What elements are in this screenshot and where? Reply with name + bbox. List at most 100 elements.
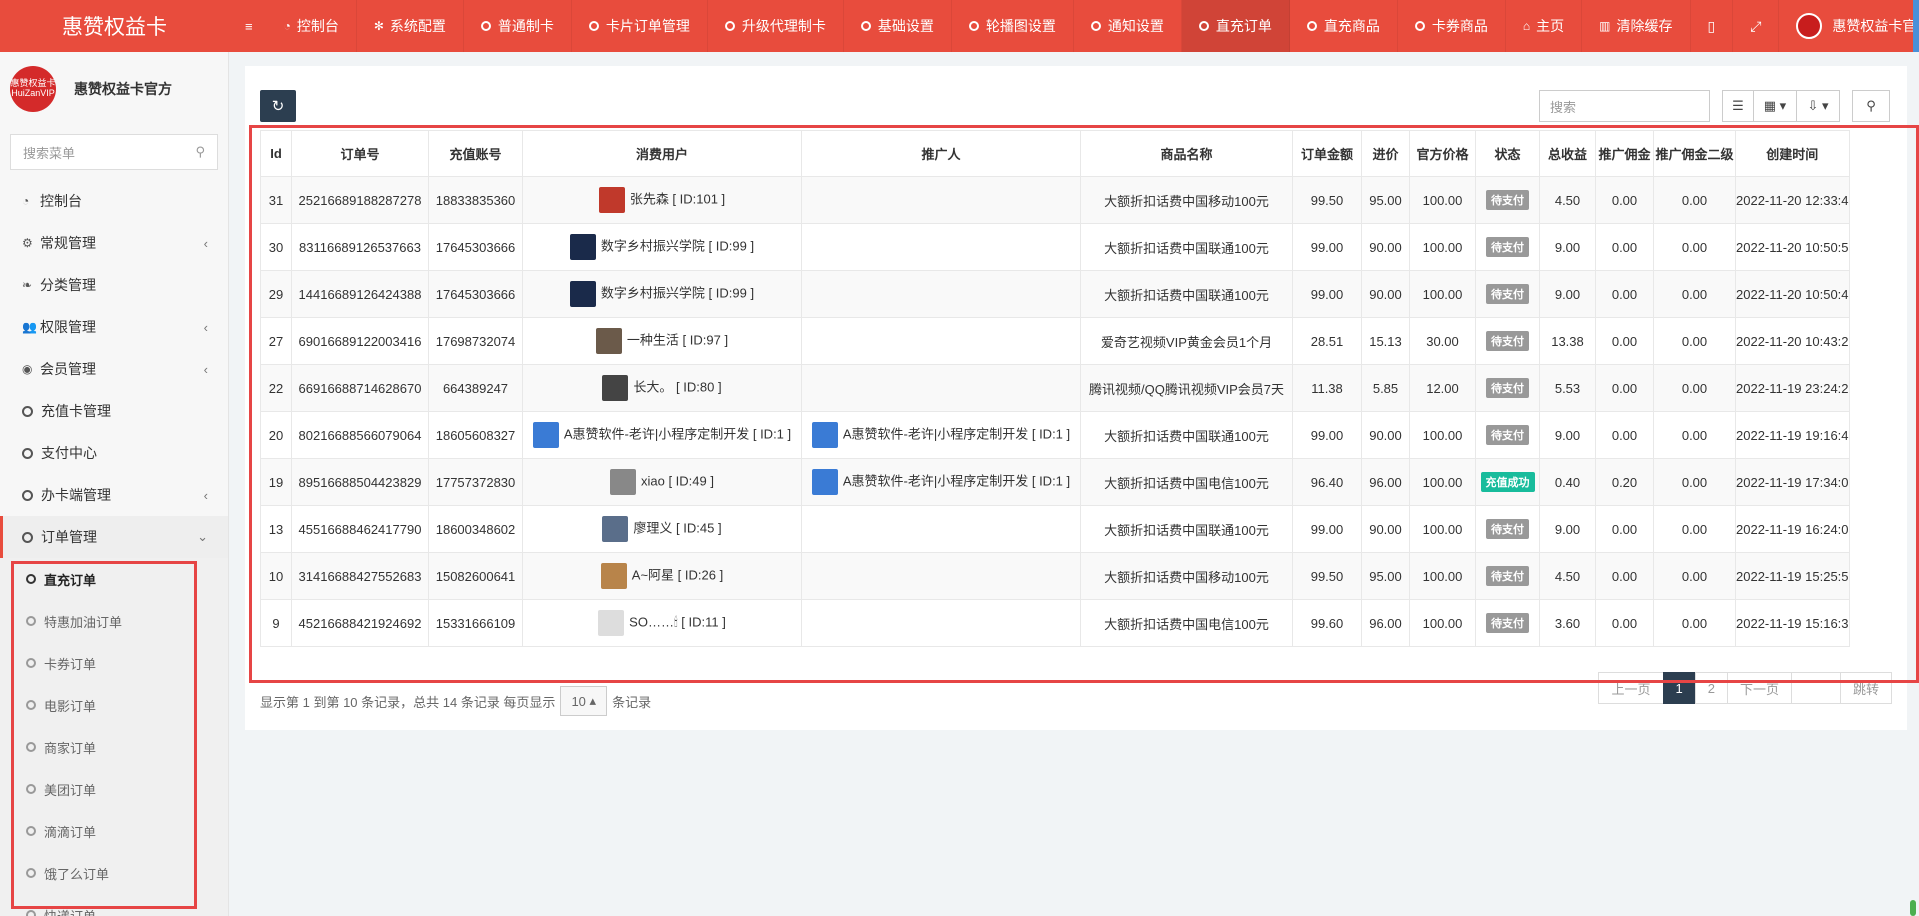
cell-commission2: 0.00 bbox=[1653, 317, 1736, 365]
promoter-name[interactable]: A惠赞软件-老许|小程序定制开发 [ ID:1 ] bbox=[843, 426, 1070, 441]
sidebar-menu-item[interactable]: 办卡端管理 ‹ bbox=[0, 474, 228, 516]
top-nav-item[interactable]: ⌂ 主页 bbox=[1506, 0, 1583, 52]
page-scrollbar-bottom[interactable] bbox=[1910, 900, 1916, 916]
table-row[interactable]: 29 14416689126424388 17645303666 数字乡村振兴学院 [… bbox=[260, 270, 1850, 318]
main-panel: ↻ 搜索 ☰ ▦ ▾ ⇩ ▾ ⚲ Id 订单号 充值账号 消费用户 推广人 商品名称 订单金… bbox=[245, 66, 1907, 730]
cell-user: 廖理义 [ ID:45 ] bbox=[522, 505, 802, 553]
table-row[interactable]: 22 66916688714628670 664389247 长大。 [ ID:80 … bbox=[260, 364, 1850, 412]
sidebar-submenu-item[interactable]: 特惠加油订单 bbox=[0, 600, 228, 642]
top-nav-item[interactable]: 直充商品 bbox=[1290, 0, 1398, 52]
sidebar-submenu-item[interactable]: 饿了么订单 bbox=[0, 852, 228, 894]
column-header[interactable]: 推广佣金 bbox=[1595, 130, 1654, 177]
menu-toggle-button[interactable]: ≡ bbox=[229, 0, 267, 52]
advanced-search-button[interactable]: ⚲ bbox=[1852, 90, 1890, 122]
sidebar-menu-item[interactable]: 支付中心 bbox=[0, 432, 228, 474]
sidebar-menu-item[interactable]: ◉ 会员管理 ‹ bbox=[0, 348, 228, 390]
user-name[interactable]: 数字乡村振兴学院 [ ID:99 ] bbox=[601, 285, 754, 300]
sidebar-menu-item[interactable]: ⚙ 常规管理 ‹ bbox=[0, 222, 228, 264]
top-nav-item[interactable]: 直充订单 bbox=[1181, 0, 1290, 52]
fullscreen-button[interactable]: ⤢ bbox=[1733, 0, 1780, 52]
top-nav-item[interactable]: 卡片订单管理 bbox=[572, 0, 708, 52]
sidebar-submenu-item[interactable]: 美团订单 bbox=[0, 768, 228, 810]
top-nav-item[interactable]: 基础设置 bbox=[844, 0, 952, 52]
user-name[interactable]: A惠赞软件-老许|小程序定制开发 [ ID:1 ] bbox=[564, 426, 791, 441]
top-nav-item[interactable]: 卡券商品 bbox=[1398, 0, 1506, 52]
user-name[interactable]: SO……🕯 [ ID:11 ] bbox=[629, 614, 726, 629]
top-nav-item[interactable]: 通知设置 bbox=[1074, 0, 1182, 52]
columns-dropdown-button[interactable]: ▦ ▾ bbox=[1753, 90, 1797, 122]
user-name[interactable]: 廖理义 [ ID:45 ] bbox=[633, 520, 721, 535]
next-page-button[interactable]: 下一页 bbox=[1726, 672, 1792, 704]
top-nav-item[interactable]: ▥ 清除缓存 bbox=[1582, 0, 1691, 52]
table-row[interactable]: 13 45516688462417790 18600348602 廖理义 [ ID:4… bbox=[260, 505, 1850, 553]
column-header[interactable]: 官方价格 bbox=[1409, 130, 1476, 177]
table-row[interactable]: 31 25216689188287278 18833835360 张先森 [ ID:1… bbox=[260, 176, 1850, 224]
sidebar-menu-label: 充值卡管理 bbox=[41, 403, 111, 419]
sidebar-submenu-item[interactable]: 快递订单 bbox=[0, 894, 228, 916]
top-nav-item[interactable]: ◔ 控制台 bbox=[267, 0, 357, 52]
export-dropdown-button[interactable]: ⇩ ▾ bbox=[1796, 90, 1840, 122]
cell-status: 待支付 bbox=[1475, 411, 1540, 459]
jump-button[interactable]: 跳转 bbox=[1839, 672, 1892, 704]
sidebar-menu-item[interactable]: 👥 权限管理 ‹ bbox=[0, 306, 228, 348]
page-scrollbar-top[interactable] bbox=[1913, 0, 1919, 52]
mobile-view-button[interactable]: ▯ bbox=[1691, 0, 1734, 52]
user-name[interactable]: xiao [ ID:49 ] bbox=[641, 473, 714, 488]
sidebar-submenu-item[interactable]: 卡券订单 bbox=[0, 642, 228, 684]
sidebar-submenu-item[interactable]: 电影订单 bbox=[0, 684, 228, 726]
table-row[interactable]: 10 31416688427552683 15082600641 A~阿星 [ ID:… bbox=[260, 552, 1850, 600]
jump-page-input[interactable] bbox=[1790, 672, 1841, 704]
sidebar-menu-item[interactable]: 充值卡管理 bbox=[0, 390, 228, 432]
table-row[interactable]: 27 69016689122003416 17698732074 一种生活 [ ID:… bbox=[260, 317, 1850, 365]
table-row[interactable]: 9 45216688421924692 15331666109 SO……🕯 [ ID:… bbox=[260, 599, 1850, 647]
cell-status: 充值成功 bbox=[1475, 458, 1540, 506]
column-header[interactable]: 总收益 bbox=[1539, 130, 1596, 177]
top-nav-item[interactable]: 升级代理制卡 bbox=[708, 0, 844, 52]
sidebar-menu-label: 分类管理 bbox=[40, 277, 96, 293]
top-nav-item[interactable]: ✻ 系统配置 bbox=[357, 0, 464, 52]
column-header[interactable]: 创建时间 bbox=[1735, 130, 1850, 177]
sidebar-submenu-item[interactable]: 直充订单 bbox=[0, 558, 228, 600]
table-search-input[interactable]: 搜索 bbox=[1539, 90, 1710, 122]
column-header[interactable]: 推广佣金二级 bbox=[1653, 130, 1736, 177]
top-nav-item[interactable]: 轮播图设置 bbox=[952, 0, 1074, 52]
column-header[interactable]: Id bbox=[260, 130, 292, 177]
column-header[interactable]: 状态 bbox=[1475, 130, 1540, 177]
user-name[interactable]: 张先森 [ ID:101 ] bbox=[630, 191, 725, 206]
table-row[interactable]: 19 89516688504423829 17757372830 xiao [ ID:… bbox=[260, 458, 1850, 506]
refresh-button[interactable]: ↻ bbox=[260, 90, 296, 122]
user-name[interactable]: 数字乡村振兴学院 [ ID:99 ] bbox=[601, 238, 754, 253]
toggle-view-button[interactable]: ☰ bbox=[1722, 90, 1754, 122]
column-header[interactable]: 推广人 bbox=[801, 130, 1081, 177]
page-2-button[interactable]: 2 bbox=[1694, 672, 1728, 704]
brand-logo-text[interactable]: 惠赞权益卡 bbox=[0, 0, 229, 52]
prev-page-button[interactable]: 上一页 bbox=[1598, 672, 1664, 704]
column-header[interactable]: 消费用户 bbox=[522, 130, 802, 177]
cell-cost: 15.13 bbox=[1361, 317, 1410, 365]
user-name[interactable]: A~阿星 [ ID:26 ] bbox=[632, 567, 723, 582]
cell-id: 19 bbox=[260, 458, 292, 506]
sidebar-submenu-item[interactable]: 商家订单 bbox=[0, 726, 228, 768]
sidebar-menu-item[interactable]: ◔ 控制台 bbox=[0, 180, 228, 222]
sidebar-menu-item[interactable]: 订单管理 ⌄ bbox=[0, 516, 228, 558]
top-nav-item[interactable]: 普通制卡 bbox=[464, 0, 572, 52]
column-header[interactable]: 进价 bbox=[1361, 130, 1410, 177]
page-size-dropdown[interactable]: 10 ▴ bbox=[560, 686, 608, 716]
promoter-name[interactable]: A惠赞软件-老许|小程序定制开发 [ ID:1 ] bbox=[843, 473, 1070, 488]
sidebar-search-input[interactable]: 搜索菜单 ⚲ bbox=[10, 134, 218, 170]
column-header[interactable]: 商品名称 bbox=[1080, 130, 1293, 177]
table-row[interactable]: 20 80216688566079064 18605608327 A惠赞软件-老许|小… bbox=[260, 411, 1850, 459]
status-badge: 待支付 bbox=[1486, 190, 1529, 210]
user-name[interactable]: 一种生活 [ ID:97 ] bbox=[627, 332, 728, 347]
page-1-button[interactable]: 1 bbox=[1662, 672, 1696, 704]
account-menu[interactable]: 惠赞权益卡官方 bbox=[1779, 0, 1919, 52]
cell-product: 大额折扣话费中国移动100元 bbox=[1080, 176, 1293, 224]
sidebar-menu-item[interactable]: ❧ 分类管理 bbox=[0, 264, 228, 306]
user-name[interactable]: 长大。 [ ID:80 ] bbox=[633, 379, 721, 394]
table-row[interactable]: 30 83116689126537663 17645303666 数字乡村振兴学院 [… bbox=[260, 223, 1850, 271]
column-header[interactable]: 订单号 bbox=[291, 130, 429, 177]
column-header[interactable]: 充值账号 bbox=[428, 130, 523, 177]
sidebar-submenu-item[interactable]: 滴滴订单 bbox=[0, 810, 228, 852]
column-header[interactable]: 订单金额 bbox=[1292, 130, 1362, 177]
cell-user: A惠赞软件-老许|小程序定制开发 [ ID:1 ] bbox=[522, 411, 802, 459]
